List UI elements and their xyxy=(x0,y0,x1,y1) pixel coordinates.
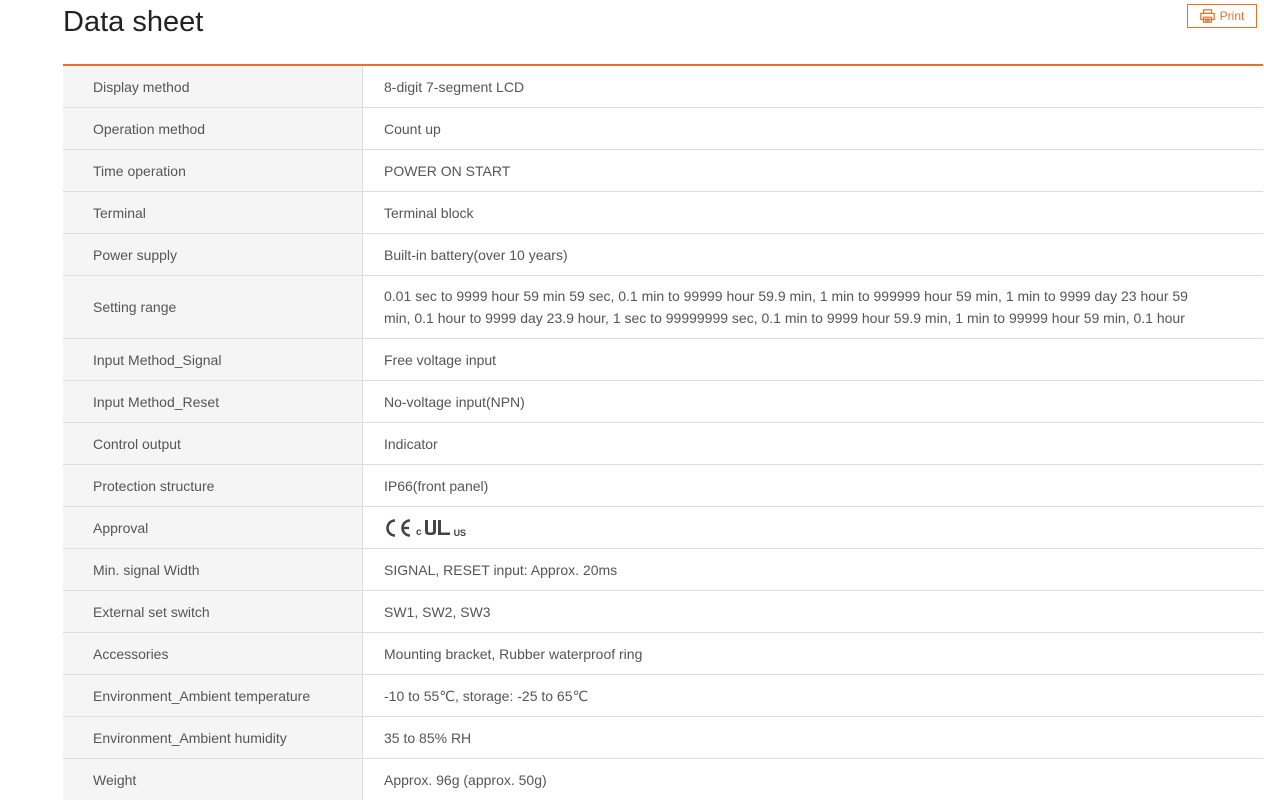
spec-label: External set switch xyxy=(63,591,363,632)
spec-value: SW1, SW2, SW3 xyxy=(384,603,491,620)
spec-value: POWER ON START xyxy=(384,162,511,179)
spec-label: Setting range xyxy=(63,276,363,338)
spec-label: Power supply xyxy=(63,234,363,275)
printer-icon xyxy=(1199,9,1215,23)
table-row: Power supply Built-in battery(over 10 ye… xyxy=(63,234,1263,276)
table-row: Operation method Count up xyxy=(63,108,1263,150)
page-title: Data sheet xyxy=(63,6,204,38)
table-row: Approval c US xyxy=(63,507,1263,549)
approval-logos: c US xyxy=(384,518,466,538)
print-button[interactable]: Print xyxy=(1187,4,1257,28)
spec-label: Control output xyxy=(63,423,363,464)
spec-value: 0.01 sec to 9999 hour 59 min 59 sec, 0.1… xyxy=(384,288,1188,326)
spec-label: Display method xyxy=(63,66,363,107)
table-row: Input Method_Signal Free voltage input xyxy=(63,339,1263,381)
ce-mark-icon xyxy=(384,518,414,538)
spec-label: Environment_Ambient humidity xyxy=(63,717,363,758)
spec-value: 8-digit 7-segment LCD xyxy=(384,78,525,95)
table-row: Control output Indicator xyxy=(63,423,1263,465)
spec-value: Built-in battery(over 10 years) xyxy=(384,246,568,263)
table-row: Accessories Mounting bracket, Rubber wat… xyxy=(63,633,1263,675)
spec-label: Input Method_Signal xyxy=(63,339,363,380)
spec-label: Operation method xyxy=(63,108,363,149)
spec-value: Approx. 96g (approx. 50g) xyxy=(384,771,547,788)
table-row: Environment_Ambient temperature -10 to 5… xyxy=(63,675,1263,717)
spec-label: Terminal xyxy=(63,192,363,233)
spec-value: IP66(front panel) xyxy=(384,477,489,494)
spec-label: Accessories xyxy=(63,633,363,674)
table-row: Min. signal Width SIGNAL, RESET input: A… xyxy=(63,549,1263,591)
spec-label: Environment_Ambient temperature xyxy=(63,675,363,716)
ul-c-prefix: c xyxy=(416,526,422,538)
table-row: Protection structure IP66(front panel) xyxy=(63,465,1263,507)
table-row: Time operation POWER ON START xyxy=(63,150,1263,192)
spec-table: Display method 8-digit 7-segment LCD Ope… xyxy=(63,64,1263,800)
table-row: Display method 8-digit 7-segment LCD xyxy=(63,66,1263,108)
cul-us-mark-icon: c US xyxy=(416,518,466,538)
spec-label: Approval xyxy=(63,507,363,548)
spec-label: Min. signal Width xyxy=(63,549,363,590)
table-row: Setting range 0.01 sec to 9999 hour 59 m… xyxy=(63,276,1263,339)
table-row: External set switch SW1, SW2, SW3 xyxy=(63,591,1263,633)
spec-value: 35 to 85% RH xyxy=(384,729,472,746)
spec-value: SIGNAL, RESET input: Approx. 20ms xyxy=(384,561,618,578)
spec-value: Count up xyxy=(384,120,441,137)
data-sheet-page: Data sheet Print Display method 8-digit … xyxy=(0,0,1264,800)
spec-label: Protection structure xyxy=(63,465,363,506)
spec-label: Input Method_Reset xyxy=(63,381,363,422)
table-row: Input Method_Reset No-voltage input(NPN) xyxy=(63,381,1263,423)
spec-value: No-voltage input(NPN) xyxy=(384,393,525,410)
table-row: Weight Approx. 96g (approx. 50g) xyxy=(63,759,1263,800)
table-row: Terminal Terminal block xyxy=(63,192,1263,234)
spec-value: c US xyxy=(363,507,1263,548)
spec-label: Time operation xyxy=(63,150,363,191)
ul-us-suffix: US xyxy=(453,527,467,538)
spec-value: Terminal block xyxy=(384,204,474,221)
print-button-label: Print xyxy=(1219,9,1245,23)
spec-value: Free voltage input xyxy=(384,351,497,368)
spec-label: Weight xyxy=(63,759,363,800)
spec-value: Mounting bracket, Rubber waterproof ring xyxy=(384,645,643,662)
spec-value: -10 to 55℃, storage: -25 to 65℃ xyxy=(384,687,589,704)
table-row: Environment_Ambient humidity 35 to 85% R… xyxy=(63,717,1263,759)
spec-value: Indicator xyxy=(384,435,438,452)
